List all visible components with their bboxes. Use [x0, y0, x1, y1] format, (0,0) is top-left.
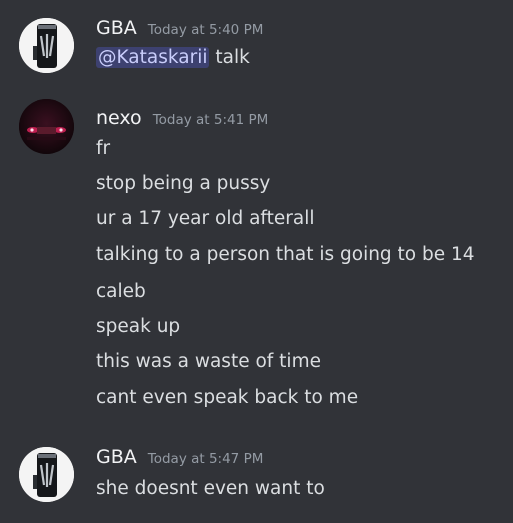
dark-car-image-icon	[19, 99, 74, 154]
message-text: stop being a pussy	[96, 173, 271, 194]
timestamp: Today at 5:40 PM	[147, 22, 264, 38]
message-line: @Kataskarii talk	[96, 46, 250, 70]
message-header: GBA Today at 5:40 PM	[96, 17, 263, 41]
message-text: this was a waste of time	[96, 351, 321, 372]
message-text: ur a 17 year old afterall	[96, 208, 315, 229]
message-text: fr	[96, 138, 111, 159]
user-mention[interactable]: @Kataskarii	[96, 47, 210, 68]
message-text: talk	[215, 47, 250, 68]
username[interactable]: nexo	[96, 107, 142, 129]
timestamp: Today at 5:47 PM	[147, 451, 264, 467]
message-text: speak up	[96, 316, 181, 337]
message-header: GBA Today at 5:47 PM	[96, 446, 263, 470]
message-text: talking to a person that is going to be …	[96, 244, 475, 265]
timestamp: Today at 5:41 PM	[152, 112, 269, 128]
message-text: she doesnt even want to	[96, 478, 325, 499]
message-text: caleb	[96, 281, 146, 302]
avatar[interactable]	[19, 99, 74, 154]
monster-energy-can-icon	[19, 447, 74, 502]
username[interactable]: GBA	[96, 17, 137, 39]
message-text: cant even speak back to me	[96, 387, 359, 408]
username[interactable]: GBA	[96, 446, 137, 468]
message-header: nexo Today at 5:41 PM	[96, 107, 268, 131]
monster-energy-can-icon	[19, 18, 74, 73]
avatar[interactable]	[19, 18, 74, 73]
avatar[interactable]	[19, 447, 74, 502]
